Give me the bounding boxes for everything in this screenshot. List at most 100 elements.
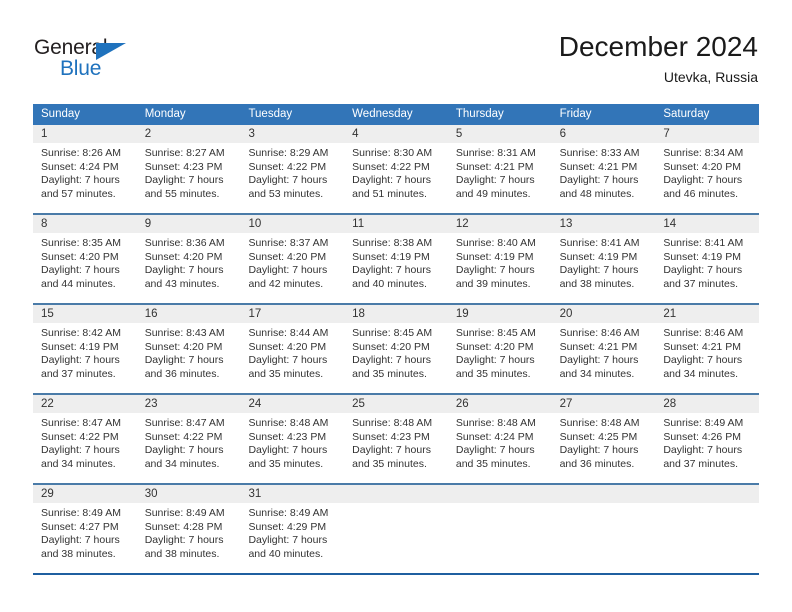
- sunset-text: Sunset: 4:21 PM: [559, 160, 638, 173]
- calendar-day-cell[interactable]: 30 Sunrise: 8:49 AM Sunset: 4:28 PM Dayligh…: [136, 485, 241, 573]
- daylight-text-line1: Daylight: 7 hours: [455, 174, 535, 187]
- title-block: December 2024 Utevka, Russia: [559, 30, 758, 86]
- day-details: Sunrise: 8:27 AM Sunset: 4:23 PM Daylight:…: [137, 143, 241, 201]
- day-details: [448, 503, 552, 507]
- calendar-day-cell[interactable]: 4 Sunrise: 8:30 AM Sunset: 4:22 PM Daylight…: [344, 125, 448, 213]
- day-number: 20: [551, 305, 656, 323]
- daylight-text-line1: Daylight: 7 hours: [352, 264, 431, 277]
- sunrise-text: Sunrise: 8:49 AM: [663, 417, 744, 429]
- daylight-text-line1: Daylight: 7 hours: [455, 354, 535, 367]
- calendar-day-cell[interactable]: 12 Sunrise: 8:40 AM Sunset: 4:19 PM Dayligh…: [447, 215, 552, 303]
- daylight-text-line1: Daylight: 7 hours: [41, 354, 120, 367]
- sunrise-text: Sunrise: 8:47 AM: [41, 417, 121, 429]
- calendar-day-cell[interactable]: 1 Sunrise: 8:26 AM Sunset: 4:24 PM Daylight…: [33, 125, 137, 213]
- day-details: Sunrise: 8:47 AM Sunset: 4:22 PM Daylight:…: [137, 413, 241, 471]
- calendar-day-cell[interactable]: 26 Sunrise: 8:48 AM Sunset: 4:24 PM Dayligh…: [447, 395, 552, 483]
- sunset-text: Sunset: 4:21 PM: [663, 340, 741, 353]
- sunrise-text: Sunrise: 8:42 AM: [41, 327, 121, 339]
- day-number: 27: [551, 395, 656, 413]
- calendar-day-cell[interactable]: 23 Sunrise: 8:47 AM Sunset: 4:22 PM Dayligh…: [136, 395, 241, 483]
- calendar-day-cell[interactable]: 29 Sunrise: 8:49 AM Sunset: 4:27 PM Dayligh…: [33, 485, 137, 573]
- day-details: Sunrise: 8:41 AM Sunset: 4:19 PM Daylight:…: [552, 233, 656, 291]
- calendar-week-row: 8 Sunrise: 8:35 AM Sunset: 4:20 PM Daylight…: [33, 213, 760, 303]
- calendar-day-cell[interactable]: 17 Sunrise: 8:44 AM Sunset: 4:20 PM Dayligh…: [240, 305, 345, 393]
- day-details: Sunrise: 8:49 AM Sunset: 4:28 PM Daylight:…: [137, 503, 241, 561]
- page-header: General Blue December 2024 Utevka, Russi…: [0, 0, 792, 96]
- calendar-day-cell[interactable]: 9 Sunrise: 8:36 AM Sunset: 4:20 PM Daylight…: [136, 215, 241, 303]
- weekday-header-tuesday: Tuesday: [248, 108, 293, 120]
- daylight-text-line2: and 35 minutes.: [352, 457, 427, 470]
- day-number: 6: [551, 125, 656, 143]
- day-details: Sunrise: 8:45 AM Sunset: 4:20 PM Daylight:…: [344, 323, 448, 381]
- sunrise-text: Sunrise: 8:40 AM: [455, 237, 536, 249]
- day-details: Sunrise: 8:40 AM Sunset: 4:19 PM Daylight:…: [448, 233, 552, 291]
- weekday-header-sunday: Sunday: [41, 108, 81, 120]
- sunset-text: Sunset: 4:29 PM: [248, 520, 327, 533]
- calendar-body: 1 Sunrise: 8:26 AM Sunset: 4:24 PM Daylight…: [33, 125, 760, 575]
- daylight-text-line1: Daylight: 7 hours: [663, 444, 743, 457]
- sunrise-text: Sunrise: 8:37 AM: [248, 237, 329, 249]
- calendar-day-cell[interactable]: 15 Sunrise: 8:42 AM Sunset: 4:19 PM Dayligh…: [33, 305, 137, 393]
- calendar-week-row: 29 Sunrise: 8:49 AM Sunset: 4:27 PM Dayligh…: [33, 483, 760, 575]
- daylight-text-line2: and 35 minutes.: [352, 367, 427, 380]
- day-details: [552, 503, 656, 507]
- day-details: Sunrise: 8:26 AM Sunset: 4:24 PM Daylight:…: [33, 143, 137, 201]
- daylight-text-line1: Daylight: 7 hours: [248, 444, 328, 457]
- daylight-text-line1: Daylight: 7 hours: [144, 174, 224, 187]
- sunset-text: Sunset: 4:19 PM: [455, 250, 534, 263]
- calendar-day-cell[interactable]: 21 Sunrise: 8:46 AM Sunset: 4:21 PM Dayligh…: [655, 305, 760, 393]
- sunset-text: Sunset: 4:24 PM: [41, 160, 119, 173]
- calendar-day-cell[interactable]: 22 Sunrise: 8:47 AM Sunset: 4:22 PM Dayligh…: [33, 395, 137, 483]
- calendar-day-cell[interactable]: 31 Sunrise: 8:49 AM Sunset: 4:29 PM Dayligh…: [240, 485, 345, 573]
- day-details: Sunrise: 8:34 AM Sunset: 4:20 PM Daylight:…: [655, 143, 759, 201]
- calendar-day-cell[interactable]: 27 Sunrise: 8:48 AM Sunset: 4:25 PM Dayligh…: [551, 395, 656, 483]
- day-number: 3: [240, 125, 345, 143]
- sunset-text: Sunset: 4:24 PM: [455, 430, 534, 443]
- calendar-day-cell[interactable]: 28 Sunrise: 8:49 AM Sunset: 4:26 PM Dayligh…: [655, 395, 760, 483]
- day-details: Sunrise: 8:45 AM Sunset: 4:20 PM Daylight:…: [448, 323, 552, 381]
- daylight-text-line2: and 40 minutes.: [248, 547, 324, 560]
- calendar-day-cell[interactable]: 5 Sunrise: 8:31 AM Sunset: 4:21 PM Daylight…: [447, 125, 552, 213]
- day-number: 19: [447, 305, 552, 323]
- sunrise-text: Sunrise: 8:46 AM: [559, 327, 640, 339]
- calendar-day-cell[interactable]: 7 Sunrise: 8:34 AM Sunset: 4:20 PM Daylight…: [655, 125, 760, 213]
- calendar-day-cell[interactable]: 14 Sunrise: 8:41 AM Sunset: 4:19 PM Dayligh…: [655, 215, 760, 303]
- day-number: [551, 485, 656, 503]
- calendar-day-cell[interactable]: 11 Sunrise: 8:38 AM Sunset: 4:19 PM Dayligh…: [344, 215, 448, 303]
- sunset-text: Sunset: 4:25 PM: [559, 430, 638, 443]
- calendar-day-cell[interactable]: 25 Sunrise: 8:48 AM Sunset: 4:23 PM Dayligh…: [344, 395, 448, 483]
- calendar-day-cell[interactable]: 6 Sunrise: 8:33 AM Sunset: 4:21 PM Daylight…: [551, 125, 656, 213]
- sunset-text: Sunset: 4:19 PM: [559, 250, 638, 263]
- daylight-text-line2: and 55 minutes.: [144, 187, 220, 200]
- calendar-day-cell[interactable]: 8 Sunrise: 8:35 AM Sunset: 4:20 PM Daylight…: [33, 215, 137, 303]
- day-number: [447, 485, 552, 503]
- sunset-text: Sunset: 4:22 PM: [352, 160, 430, 173]
- calendar-day-cell[interactable]: 20 Sunrise: 8:46 AM Sunset: 4:21 PM Dayligh…: [551, 305, 656, 393]
- calendar-day-cell[interactable]: 13 Sunrise: 8:41 AM Sunset: 4:19 PM Dayligh…: [551, 215, 656, 303]
- calendar-day-cell[interactable]: 18 Sunrise: 8:45 AM Sunset: 4:20 PM Dayligh…: [344, 305, 448, 393]
- calendar-day-cell[interactable]: 19 Sunrise: 8:45 AM Sunset: 4:20 PM Dayligh…: [447, 305, 552, 393]
- daylight-text-line1: Daylight: 7 hours: [144, 444, 224, 457]
- daylight-text-line2: and 34 minutes.: [663, 367, 739, 380]
- calendar-day-cell[interactable]: 2 Sunrise: 8:27 AM Sunset: 4:23 PM Daylight…: [136, 125, 241, 213]
- sunset-text: Sunset: 4:20 PM: [352, 340, 430, 353]
- daylight-text-line1: Daylight: 7 hours: [352, 354, 431, 367]
- sunset-text: Sunset: 4:20 PM: [41, 250, 119, 263]
- day-details: Sunrise: 8:49 AM Sunset: 4:27 PM Daylight:…: [33, 503, 137, 561]
- daylight-text-line1: Daylight: 7 hours: [352, 444, 431, 457]
- general-blue-logo[interactable]: General Blue: [34, 36, 234, 88]
- daylight-text-line1: Daylight: 7 hours: [559, 174, 639, 187]
- calendar-day-cell[interactable]: 3 Sunrise: 8:29 AM Sunset: 4:22 PM Daylight…: [240, 125, 345, 213]
- calendar-week-row: 1 Sunrise: 8:26 AM Sunset: 4:24 PM Daylight…: [33, 125, 760, 213]
- day-number: 21: [655, 305, 760, 323]
- calendar-week-row: 15 Sunrise: 8:42 AM Sunset: 4:19 PM Dayligh…: [33, 303, 760, 393]
- sunrise-text: Sunrise: 8:49 AM: [248, 507, 329, 519]
- daylight-text-line2: and 34 minutes.: [144, 457, 220, 470]
- calendar-day-cell[interactable]: 16 Sunrise: 8:43 AM Sunset: 4:20 PM Dayligh…: [136, 305, 241, 393]
- calendar-day-cell[interactable]: 24 Sunrise: 8:48 AM Sunset: 4:23 PM Dayligh…: [240, 395, 345, 483]
- sunrise-text: Sunrise: 8:26 AM: [41, 147, 121, 159]
- sunrise-text: Sunrise: 8:38 AM: [352, 237, 433, 249]
- day-details: Sunrise: 8:48 AM Sunset: 4:25 PM Daylight:…: [552, 413, 656, 471]
- calendar-day-cell[interactable]: 10 Sunrise: 8:37 AM Sunset: 4:20 PM Dayligh…: [240, 215, 345, 303]
- day-details: Sunrise: 8:29 AM Sunset: 4:22 PM Daylight:…: [240, 143, 344, 201]
